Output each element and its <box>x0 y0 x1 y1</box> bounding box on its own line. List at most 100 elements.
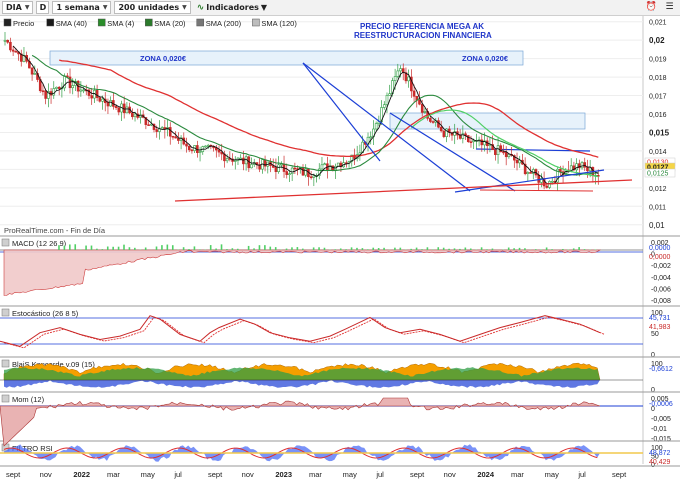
time-axis-label: jul <box>577 470 586 479</box>
macd-histogram-bar <box>448 248 450 250</box>
candle-body <box>550 180 554 183</box>
panel-swatch <box>1 359 10 368</box>
macd-histogram-bar <box>562 248 564 250</box>
candle-body <box>288 173 291 175</box>
koncorde-axis-label: 0 <box>651 387 655 394</box>
chevron-down-icon: ▼ <box>260 3 268 12</box>
legend-entry: SMA (40) <box>56 19 88 28</box>
candle-body <box>515 159 519 164</box>
macd-histogram-bar <box>534 249 537 250</box>
candle-body <box>90 95 93 99</box>
price-axis-label: 0,01 <box>649 221 665 230</box>
candle-body <box>323 163 326 166</box>
price-badge-label: 0,0125 <box>647 171 669 178</box>
chart-area[interactable]: 0,0210,020,0190,0180,0170,0160,0150,0140… <box>0 16 680 489</box>
candle-body <box>98 97 102 102</box>
macd-histogram-bar <box>128 247 131 250</box>
macd-histogram-bar <box>345 249 347 250</box>
units-value: 200 unidades <box>118 3 180 12</box>
macd-histogram-bar <box>356 247 358 250</box>
time-axis-label: mar <box>309 470 322 479</box>
candle-body <box>385 95 389 105</box>
candle-body <box>412 90 416 97</box>
price-axis-label: 0,019 <box>649 57 667 64</box>
candle-body <box>529 172 532 174</box>
macd-histogram-bar <box>453 248 456 250</box>
timeframe-select[interactable]: 1 semana ▼ <box>52 1 112 14</box>
indicators-button[interactable]: ∿ Indicadores ▼ <box>194 1 270 14</box>
price-axis-label: 0,015 <box>649 128 670 137</box>
units-select[interactable]: 200 unidades ▼ <box>114 1 191 14</box>
time-axis-label: sept <box>6 470 21 479</box>
candle-body <box>537 174 540 183</box>
mom-title: Mom (12) <box>12 395 45 404</box>
macd-histogram-bar <box>155 246 158 250</box>
zone-label-right: ZONA 0,020€ <box>462 54 508 63</box>
macd-histogram-bar <box>377 248 380 250</box>
time-axis-label: 2023 <box>275 470 292 479</box>
time-axis-label: 2024 <box>477 470 495 479</box>
candle-body <box>393 76 397 81</box>
timeframe-value: 1 semana <box>56 3 100 12</box>
candle-body <box>280 163 283 166</box>
candle-body <box>504 152 508 158</box>
time-axis-label: nov <box>40 470 52 479</box>
macd-histogram-bar <box>513 248 515 250</box>
menu-icon[interactable]: ☰ <box>663 1 676 14</box>
candle-body <box>293 167 297 170</box>
candle-body <box>239 157 242 160</box>
candle-body <box>575 163 578 171</box>
candle-body <box>52 88 56 96</box>
macd-histogram-bar <box>291 247 293 250</box>
candle-body <box>168 127 172 137</box>
candle-body <box>233 160 237 162</box>
macd-histogram-bar <box>101 249 104 250</box>
macd-histogram-bar <box>63 245 66 250</box>
candle-body <box>274 167 278 172</box>
candle-body <box>171 135 175 138</box>
macd-histogram-bar <box>583 249 586 250</box>
macd-axis-label: -0,002 <box>651 263 671 270</box>
alarm-icon[interactable]: ⏰ <box>645 1 658 14</box>
candle-body <box>117 107 121 113</box>
macd-histogram-bar <box>117 246 120 250</box>
candle-body <box>204 145 207 148</box>
time-axis-label: may <box>545 470 559 479</box>
candle-body <box>442 130 446 137</box>
candle-body <box>469 141 473 144</box>
macd-histogram-bar <box>491 248 494 250</box>
candle-body <box>187 145 191 151</box>
macd-histogram-bar <box>432 249 434 250</box>
period-code-button[interactable]: D <box>36 1 50 14</box>
candle-body <box>382 104 386 108</box>
candle-body <box>399 68 402 72</box>
chevron-down-icon: ▼ <box>182 4 187 11</box>
candle-body <box>190 149 194 152</box>
source-label: ProRealTime.com - Fin de Día <box>4 226 106 235</box>
macd-histogram-bar <box>469 248 472 250</box>
candle-body <box>431 121 435 123</box>
candle-body <box>3 39 7 42</box>
macd-histogram-bar <box>123 244 125 250</box>
macd-histogram-bar <box>188 249 190 250</box>
time-axis-label: mar <box>511 470 524 479</box>
candle-body <box>374 123 378 130</box>
candle-body <box>9 41 12 51</box>
candle-body <box>580 162 584 169</box>
annotation-line1: PRECIO REFERENCIA MEGA AK <box>360 22 485 31</box>
macd-histogram-bar <box>79 249 82 250</box>
macd-histogram-bar <box>502 249 505 250</box>
candle-body <box>133 113 137 118</box>
instrument-select[interactable]: DIA ▼ <box>2 1 34 14</box>
macd-histogram-bar <box>572 248 575 250</box>
legend-swatch <box>46 18 55 27</box>
price-axis-label: 0,021 <box>649 20 667 27</box>
macd-histogram-bar <box>106 246 109 250</box>
candle-body <box>480 139 484 146</box>
candle-body <box>125 106 129 114</box>
candle-body <box>242 157 245 165</box>
indicators-icon: ∿ <box>196 2 205 13</box>
macd-histogram-bar <box>551 249 553 250</box>
macd-histogram-bar <box>58 245 60 250</box>
toolbar: DIA ▼ D 1 semana ▼ 200 unidades ▼ ∿ Indi… <box>0 0 680 16</box>
